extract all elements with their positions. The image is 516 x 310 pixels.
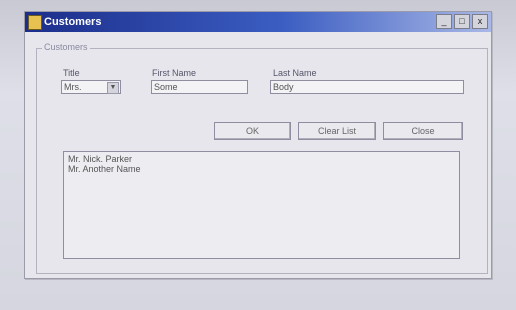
list-item[interactable]: Mr. Nick. Parker bbox=[68, 154, 455, 164]
first-name-field[interactable]: Some bbox=[151, 80, 248, 94]
app-icon bbox=[28, 15, 42, 30]
minimize-button[interactable]: _ bbox=[436, 14, 452, 29]
list-item[interactable]: Mr. Another Name bbox=[68, 164, 455, 174]
last-name-label: Last Name bbox=[273, 68, 317, 78]
title-label: Title bbox=[63, 68, 80, 78]
window-controls: _ □ x bbox=[436, 14, 488, 29]
close-button[interactable]: Close bbox=[383, 122, 463, 140]
last-name-value: Body bbox=[273, 82, 294, 92]
title-select-value: Mrs. bbox=[64, 82, 82, 92]
title-select[interactable]: Mrs. ▼ bbox=[61, 80, 121, 94]
first-name-value: Some bbox=[154, 82, 178, 92]
window-title: Customers bbox=[44, 16, 102, 28]
clear-list-button[interactable]: Clear List bbox=[298, 122, 376, 140]
chevron-down-icon[interactable]: ▼ bbox=[107, 82, 119, 94]
customer-list[interactable]: Mr. Nick. Parker Mr. Another Name bbox=[63, 151, 460, 259]
last-name-field[interactable]: Body bbox=[270, 80, 464, 94]
title-bar[interactable]: Customers _ □ x bbox=[25, 12, 491, 32]
close-window-button[interactable]: x bbox=[472, 14, 488, 29]
first-name-label: First Name bbox=[152, 68, 197, 78]
group-label: Customers bbox=[42, 42, 90, 52]
maximize-button[interactable]: □ bbox=[454, 14, 470, 29]
ok-button[interactable]: OK bbox=[214, 122, 291, 140]
